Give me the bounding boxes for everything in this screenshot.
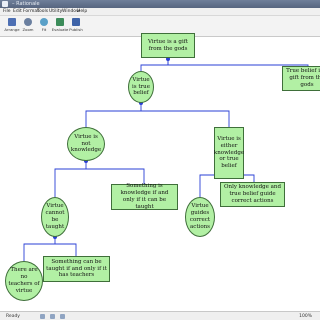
page-icon[interactable] [40, 314, 45, 319]
evaluate-button[interactable]: Evaluate [52, 17, 68, 35]
menu-file[interactable]: File [3, 8, 11, 15]
claim-node-root[interactable]: Virtue is a gift from the gods [141, 33, 195, 58]
arrange-button[interactable]: Arrange [4, 17, 20, 35]
edge-not-knowledge-iff [86, 168, 145, 184]
outline-icon[interactable] [60, 314, 65, 319]
reason-node-cannot-be-taught[interactable]: Virtue cannot be taught [41, 197, 69, 237]
edge-true-belief-either [141, 110, 230, 127]
publish-icon [72, 18, 80, 26]
edge-root-true-belief [140, 59, 169, 71]
fit-icon [40, 18, 48, 26]
reason-node-either-knowledge[interactable]: Virtue is either knowledge or true belie… [214, 127, 244, 179]
fit-button[interactable]: Fit [36, 17, 52, 35]
reason-node-knowledge-iff-taught[interactable]: Something is knowledge if and only if it… [111, 183, 178, 210]
status-text: Ready [6, 314, 20, 319]
app-window: – Rationale File Edit Format Tools Utili… [0, 0, 320, 320]
status-bar: Ready 100% [0, 311, 320, 320]
reason-node-guides-actions[interactable]: Virtue guides correct actions [185, 197, 215, 237]
title-bar: – Rationale [0, 0, 320, 8]
window-title: – Rationale [12, 1, 40, 7]
reason-node-virtue-true-belief[interactable]: Virtue is true belief [128, 71, 154, 103]
zoom-button[interactable]: Zoom [20, 17, 36, 35]
reason-node-no-teachers[interactable]: There are no teachers of virtue [5, 261, 43, 301]
reason-node-not-knowledge[interactable]: Virtue is not knowledge [67, 127, 105, 161]
publish-label: Publish [69, 27, 83, 32]
edge-not-knowledge-cannot-taught [54, 161, 87, 197]
reason-node-only-knowledge-guide[interactable]: Only knowledge and true belief guide cor… [220, 182, 285, 207]
publish-button[interactable]: Publish [68, 17, 84, 35]
reason-node-taught-iff-teachers[interactable]: Something can be taught if and only if i… [43, 256, 110, 282]
menu-help[interactable]: Help [77, 8, 87, 15]
menu-bar: File Edit Format Tools Utility Window He… [0, 8, 320, 16]
zoom-level[interactable]: 100% [299, 312, 312, 320]
app-logo-icon [2, 1, 8, 7]
map-canvas[interactable]: Virtue is a gift from the gods True beli… [0, 33, 320, 311]
reason-node-true-belief-gift[interactable]: True belief is a gift from the gods [282, 66, 320, 91]
edge-true-belief-not-knowledge [85, 103, 142, 127]
arrange-icon [8, 18, 16, 26]
zoom-icon [24, 18, 32, 26]
menu-utility[interactable]: Utility [49, 8, 62, 15]
menu-tools[interactable]: Tools [37, 8, 48, 15]
edge-cannot-iff-teachers [55, 243, 77, 256]
menu-edit[interactable]: Edit [13, 8, 22, 15]
grid-icon[interactable] [50, 314, 55, 319]
evaluate-icon [56, 18, 64, 26]
